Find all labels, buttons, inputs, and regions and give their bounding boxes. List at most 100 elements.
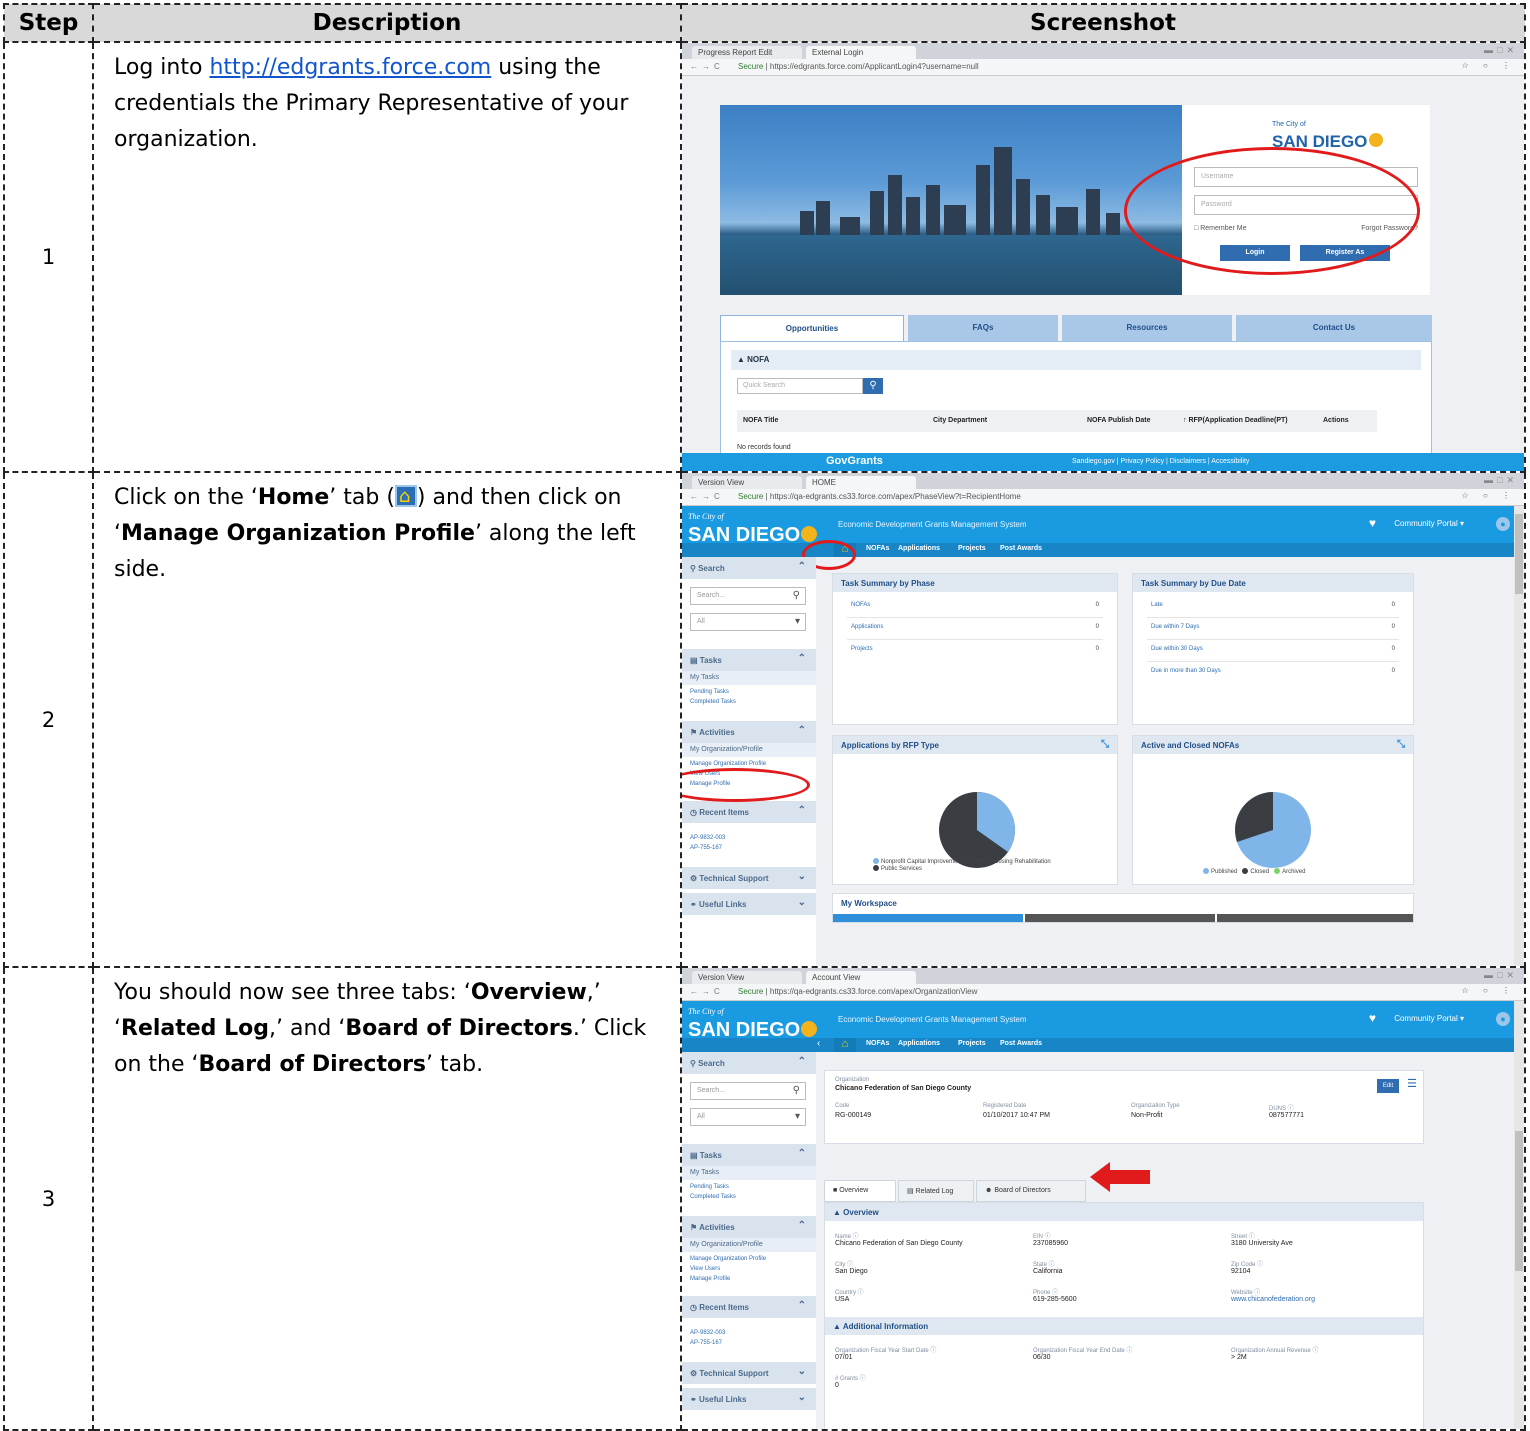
tab-opportunities[interactable]: Opportunities (720, 315, 904, 341)
tab-faqs[interactable]: FAQs (908, 315, 1058, 341)
system-title: Economic Development Grants Management S… (838, 1015, 1027, 1024)
sidebar-my-org[interactable]: My Organization/Profile (682, 743, 816, 757)
community-portal-menu[interactable]: Community Portal ▾ (1394, 1014, 1464, 1023)
sidebar-search-header[interactable]: ⚲ Search ⌃ (682, 557, 816, 579)
tab-overview[interactable]: ■ Overview (824, 1180, 896, 1202)
filter-select[interactable]: All ▾ (690, 613, 806, 631)
sidebar-support-header[interactable]: ⚙ Technical Support ⌄ (682, 1362, 816, 1384)
field-value: California (1033, 1268, 1063, 1275)
sidebar-links-header[interactable]: ⚭ Useful Links ⌄ (682, 893, 816, 915)
sidebar-item-completed[interactable]: Completed Tasks (690, 699, 736, 705)
menu-nofas[interactable]: NOFAs (866, 545, 889, 552)
website-link[interactable]: www.chicanofederation.org (1231, 1296, 1315, 1303)
search-input[interactable]: Search... ⚲ (690, 1082, 806, 1100)
field-value: San Diego (835, 1268, 868, 1275)
steps-table: Step Description Screenshot 1 Log into h… (3, 3, 1526, 1431)
footer-links[interactable]: Sandiego.gov | Privacy Policy | Disclaim… (1072, 458, 1249, 465)
scrollbar[interactable] (1514, 506, 1524, 966)
expand-icon[interactable]: ⤡ (1397, 739, 1405, 750)
screenshot-cell: Progress Report Edit External Login ▬□✕ … (680, 41, 1526, 473)
table-row[interactable]: Due in more than 30 Days 0 (1147, 662, 1399, 684)
sidebar-search-header[interactable]: ⚲ Search ⌃ (682, 1052, 816, 1074)
expand-icon[interactable]: ⤡ (1101, 739, 1109, 750)
sidebar-support-header[interactable]: ⚙ Technical Support ⌄ (682, 867, 816, 889)
field-label: Organization Type (1131, 1103, 1180, 1109)
star-icon: ☆ ○ ⋮ (1461, 61, 1516, 70)
search-input[interactable]: Search... ⚲ (690, 587, 806, 605)
sidebar-activities-header[interactable]: ⚑ Activities ⌃ (682, 721, 816, 743)
empty-message: No records found (737, 444, 791, 451)
recent-item[interactable]: AP-755-167 (690, 845, 722, 851)
column-header[interactable]: ↑ RFP(Application Deadline(PT) (1183, 417, 1288, 424)
field-value: 619-285-5600 (1033, 1296, 1077, 1303)
menu-post-awards[interactable]: Post Awards (1000, 545, 1042, 552)
sidebar-my-org[interactable]: My Organization/Profile (682, 1238, 816, 1252)
edgrants-link[interactable]: http://edgrants.force.com (209, 55, 491, 80)
menu-projects[interactable]: Projects (958, 545, 986, 552)
sidebar-item-manage-org[interactable]: Manage Organization Profile (690, 761, 766, 767)
sidebar: ⚲ Search ⌃ Search... ⚲ All ▾ ▤ Tasks ⌃ My Ta… (682, 1052, 816, 1429)
menu-nofas[interactable]: NOFAs (866, 1040, 889, 1047)
san-diego-logo: The City of SAN DIEGO (688, 508, 818, 545)
table-row[interactable]: NOFAs 0 (847, 596, 1103, 618)
table-row[interactable]: Projects 0 (847, 640, 1103, 662)
menu-applications[interactable]: Applications (898, 1040, 940, 1047)
sidebar-activities-header[interactable]: ⚑ Activities ⌃ (682, 1216, 816, 1238)
menu-applications[interactable]: Applications (898, 545, 940, 552)
sidebar-item-manage-profile[interactable]: Manage Profile (690, 1276, 730, 1282)
community-portal-menu[interactable]: Community Portal ▾ (1394, 519, 1464, 528)
sidebar-item-pending[interactable]: Pending Tasks (690, 1184, 729, 1190)
sidebar-item-view-users[interactable]: View Users (690, 1266, 720, 1272)
menu-icon[interactable]: ☰ (1407, 1077, 1417, 1090)
recent-item[interactable]: AP-755-167 (690, 1340, 722, 1346)
card-title: Applications by RFP Type (841, 741, 939, 750)
menu-post-awards[interactable]: Post Awards (1000, 1040, 1042, 1047)
filter-select[interactable]: All ▾ (690, 1108, 806, 1126)
table-row[interactable]: Due within 7 Days 0 (1147, 618, 1399, 640)
column-header[interactable]: NOFA Title (743, 417, 778, 424)
edit-button[interactable]: Edit (1377, 1079, 1399, 1093)
quick-search-input[interactable]: Quick Search (737, 378, 863, 394)
sidebar-tasks-header[interactable]: ▤ Tasks ⌃ (682, 649, 816, 671)
column-header[interactable]: NOFA Publish Date (1087, 417, 1151, 424)
table-row[interactable]: Late 0 (1147, 596, 1399, 618)
menu-projects[interactable]: Projects (958, 1040, 986, 1047)
table-row[interactable]: Due within 30 Days 0 (1147, 640, 1399, 662)
sidebar-tasks-header[interactable]: ▤ Tasks ⌃ (682, 1144, 816, 1166)
browser-tabs: Version View Account View ▬□✕ (682, 968, 1524, 984)
tab-board-of-directors[interactable]: ☻ Board of Directors (976, 1180, 1086, 1202)
search-icon[interactable]: ⚲ (863, 378, 883, 394)
recent-item[interactable]: AP-9832-003 (690, 1330, 725, 1336)
column-header[interactable]: City Department (933, 417, 987, 424)
avatar[interactable]: ● (1496, 517, 1510, 531)
avatar[interactable]: ● (1496, 1012, 1510, 1026)
column-header[interactable]: Actions (1323, 417, 1349, 424)
browser-tab: Version View (692, 476, 802, 489)
scrollbar[interactable] (1514, 1001, 1524, 1429)
sidebar-links-header[interactable]: ⚭ Useful Links ⌄ (682, 1388, 816, 1410)
additional-info-header[interactable]: ▲ Additional Information (825, 1317, 1423, 1335)
sidebar-item-completed[interactable]: Completed Tasks (690, 1194, 736, 1200)
sidebar-recent-header[interactable]: ◷ Recent Items ⌃ (682, 1296, 816, 1318)
overview-section-header[interactable]: ▲ Overview (825, 1203, 1423, 1221)
sidebar-my-tasks[interactable]: My Tasks (682, 671, 816, 685)
tab-related-log[interactable]: ▤ Related Log (898, 1180, 974, 1202)
table-row[interactable]: Applications 0 (847, 618, 1103, 640)
sidebar-my-tasks[interactable]: My Tasks (682, 1166, 816, 1180)
home-icon[interactable]: ⌂ (834, 1038, 856, 1052)
field-label: Country ⓘ (835, 1290, 864, 1296)
chart-legend: Published Closed Archived (1203, 868, 1305, 875)
nofa-heading[interactable]: ▲ NOFA (731, 350, 1421, 370)
address-bar: ←→C Secure | https://edgrants.force.com/… (682, 59, 1524, 76)
portal-tabs: Opportunities FAQs Resources Contact Us (720, 315, 1432, 341)
recent-item[interactable]: AP-9832-003 (690, 835, 725, 841)
sidebar-item-pending[interactable]: Pending Tasks (690, 689, 729, 695)
sidebar-item-manage-org[interactable]: Manage Organization Profile (690, 1256, 766, 1262)
home-screenshot: Version View HOME ▬□✕ ←→C Secure | https… (682, 473, 1524, 966)
tab-contact-us[interactable]: Contact Us (1236, 315, 1432, 341)
sidebar-recent-header[interactable]: ◷ Recent Items ⌃ (682, 801, 816, 823)
step-number: 2 (3, 471, 94, 968)
collapse-icon[interactable]: ‹ (817, 1038, 820, 1049)
tab-resources[interactable]: Resources (1062, 315, 1232, 341)
due-summary-card: Task Summary by Due Date Late 0 Due withi… (1132, 573, 1414, 725)
